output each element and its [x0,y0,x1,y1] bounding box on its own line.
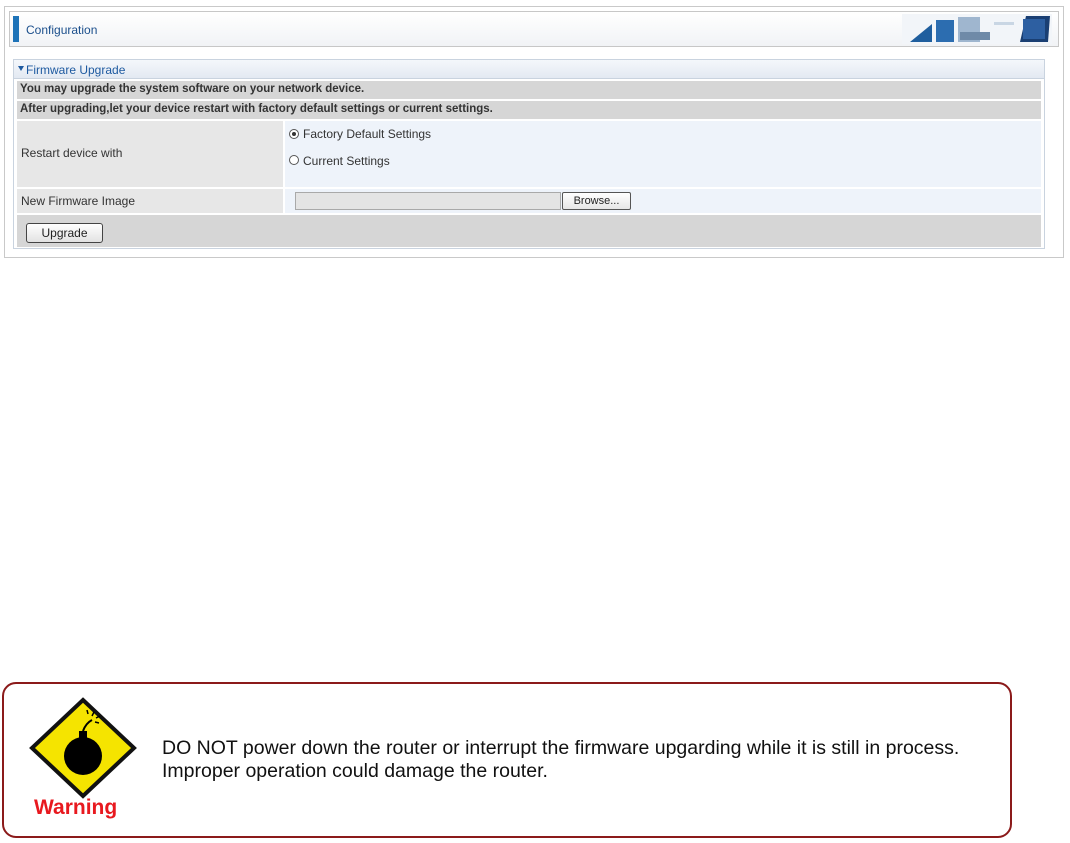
browse-button[interactable]: Browse... [562,192,631,210]
radio-label-factory-default[interactable]: Factory Default Settings [303,127,431,141]
radio-factory-default[interactable] [289,129,299,139]
bomb-warning-icon [29,697,137,799]
collapse-arrow-icon[interactable] [18,66,24,71]
restart-label-cell: Restart device with [17,121,283,187]
info-row-1: You may upgrade the system software on y… [17,81,1041,99]
firmware-label-cell: New Firmware Image [17,189,283,213]
firmware-input-cell: Browse... [285,189,1041,213]
firmware-label: New Firmware Image [21,194,136,208]
header-banner-image [902,14,1052,44]
restart-options-cell: Factory Default Settings Current Setting… [285,121,1041,187]
restart-label: Restart device with [21,146,123,160]
radio-current-settings[interactable] [289,155,299,165]
warning-caption: Warning [34,796,118,819]
action-row: Upgrade [17,215,1041,247]
warning-box: Warning DO NOT power down the router or … [2,682,1012,838]
panel-title: Firmware Upgrade [26,63,126,77]
radio-label-current-settings[interactable]: Current Settings [303,154,390,168]
header-accent-bar [13,16,19,42]
configuration-header: Configuration [9,11,1059,47]
warning-message: DO NOT power down the router or interrup… [162,737,960,782]
info-row-2: After upgrading,let your device restart … [17,101,1041,119]
firmware-upgrade-panel: Firmware Upgrade You may upgrade the sys… [13,59,1045,249]
firmware-file-input[interactable] [295,192,561,210]
panel-title-bar[interactable]: Firmware Upgrade [14,60,1044,79]
info-text-1: You may upgrade the system software on y… [20,83,365,95]
page-title: Configuration [26,23,98,37]
configuration-frame: Configuration Firmware Upgrade You may u… [4,6,1064,258]
upgrade-button[interactable]: Upgrade [26,223,103,243]
info-text-2: After upgrading,let your device restart … [20,103,493,115]
